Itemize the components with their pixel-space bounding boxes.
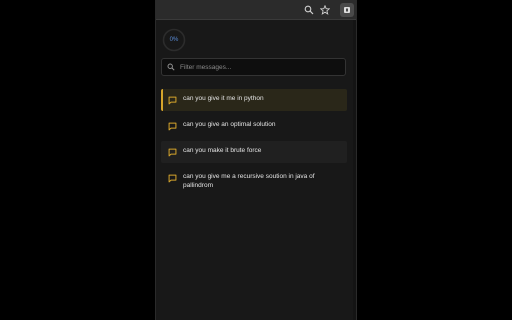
chat-bubble-icon [168, 96, 177, 105]
message-item[interactable]: can you give me a recursive soution in j… [161, 167, 347, 196]
chat-bubble-icon [168, 148, 177, 157]
message-text: can you give me a recursive soution in j… [183, 173, 315, 189]
message-text: can you give an optimal solution [183, 121, 276, 128]
message-item[interactable]: can you make it brute force [161, 141, 347, 163]
side-panel: 0% can you give it me in python [156, 20, 356, 320]
progress-indicator: 0% [162, 28, 186, 52]
scrollbar[interactable] [353, 20, 356, 320]
extension-icon[interactable] [340, 3, 354, 17]
chat-bubble-icon [168, 122, 177, 131]
message-list: can you give it me in python can you giv… [161, 89, 347, 200]
message-item[interactable]: can you give it me in python [161, 89, 347, 111]
browser-toolbar [156, 0, 356, 20]
message-text: can you give it me in python [183, 95, 264, 102]
chat-bubble-icon [168, 174, 177, 183]
star-icon[interactable] [319, 4, 331, 16]
message-text: can you make it brute force [183, 147, 262, 154]
progress-label: 0% [169, 37, 179, 43]
message-item[interactable]: can you give an optimal solution [161, 115, 347, 137]
filter-box[interactable] [161, 58, 346, 76]
search-icon [167, 63, 175, 71]
zoom-icon[interactable] [303, 4, 315, 16]
browser-window: 0% can you give it me in python [155, 0, 357, 320]
filter-input[interactable] [180, 63, 340, 71]
